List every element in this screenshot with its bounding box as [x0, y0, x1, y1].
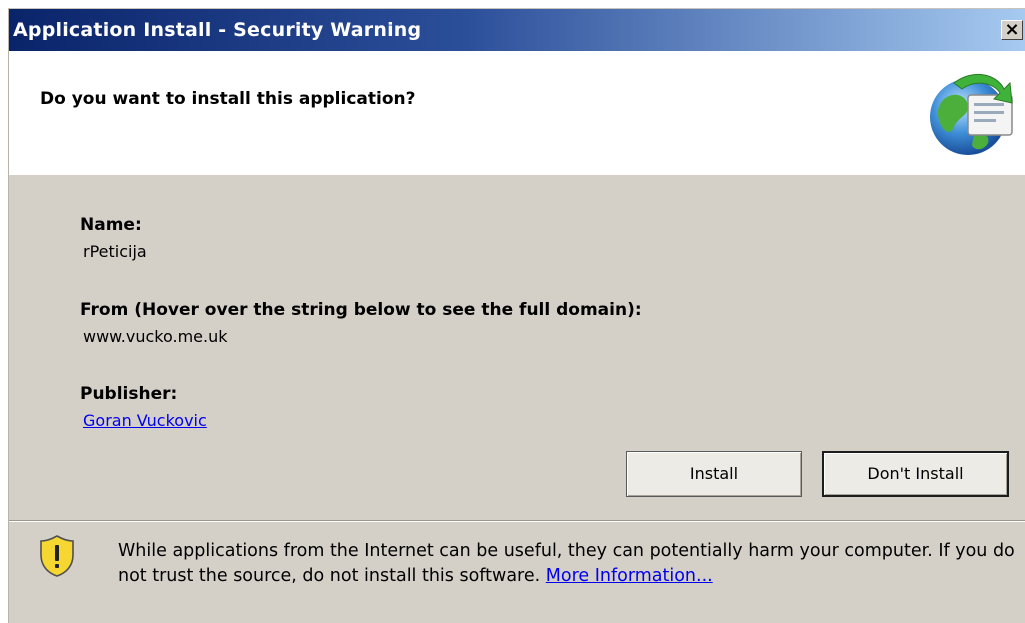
title-bar[interactable]: Application Install - Security Warning ×	[9, 9, 1025, 51]
window-title: Application Install - Security Warning	[13, 19, 422, 41]
name-label: Name:	[80, 215, 142, 235]
publisher-link[interactable]: Goran Vuckovic	[83, 411, 207, 430]
install-question: Do you want to install this application?	[40, 89, 416, 109]
globe-install-icon	[930, 73, 1013, 155]
from-label: From (Hover over the string below to see…	[80, 300, 642, 320]
dont-install-button[interactable]: Don't Install	[822, 451, 1009, 497]
footer-divider-highlight	[9, 521, 1025, 522]
publisher-label: Publisher:	[80, 384, 178, 404]
install-button[interactable]: Install	[626, 451, 802, 497]
close-button[interactable]: ×	[1001, 20, 1023, 40]
dialog-header: Do you want to install this application?	[9, 51, 1025, 175]
shield-warning-icon	[40, 535, 74, 577]
name-value: rPeticija	[83, 242, 147, 261]
more-information-link[interactable]: More Information...	[546, 566, 713, 586]
security-warning-dialog: Application Install - Security Warning ×…	[8, 8, 1025, 623]
from-value[interactable]: www.vucko.me.uk	[83, 327, 228, 346]
warning-message: While applications from the Internet can…	[118, 539, 1023, 589]
